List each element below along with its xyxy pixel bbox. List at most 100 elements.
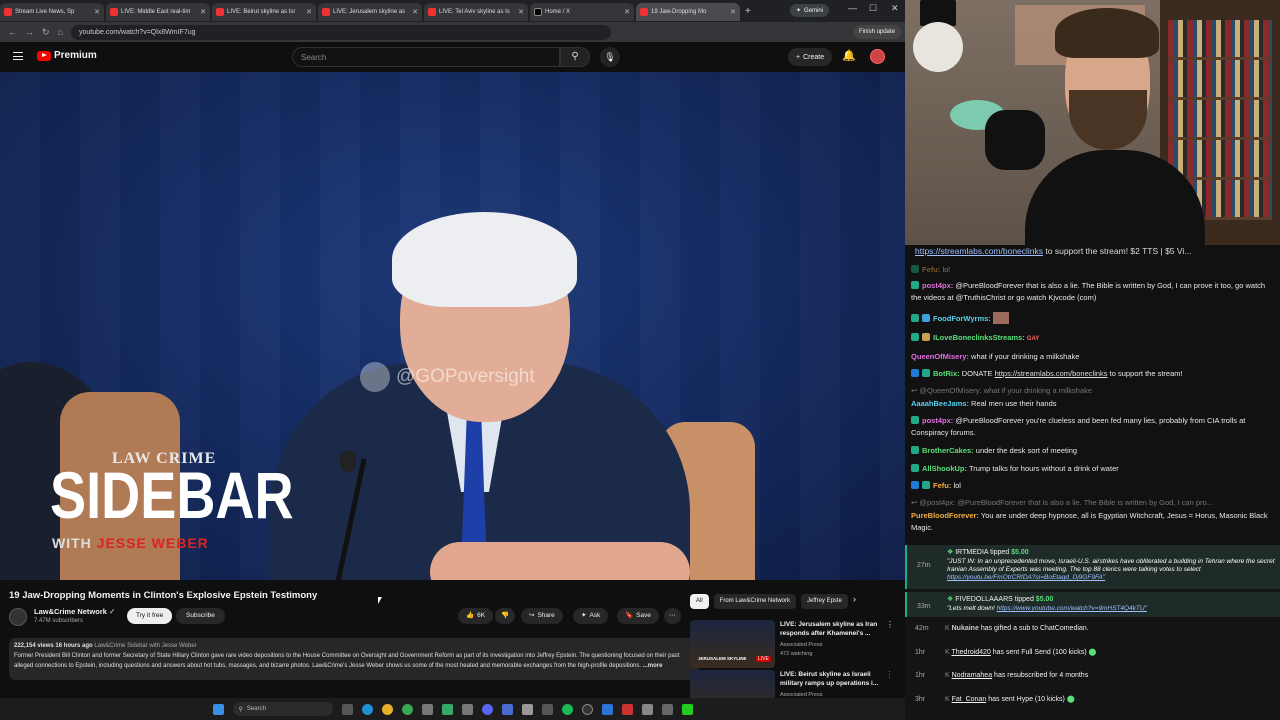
app-icon[interactable]: [521, 703, 533, 715]
browser-tab-active[interactable]: 19 Jaw-Dropping Mo ✕: [636, 3, 740, 21]
channel-name[interactable]: Law&Crime Network ✓: [34, 607, 115, 616]
app-icon[interactable]: [661, 703, 673, 715]
chat-user[interactable]: post4px:: [922, 281, 953, 290]
pinned-link[interactable]: https://streamlabs.com/boneclinks: [915, 246, 1043, 256]
app-icon[interactable]: [601, 703, 613, 715]
chat-user[interactable]: ILoveBoneclinksStreams:: [933, 333, 1025, 342]
app-icon[interactable]: [541, 703, 553, 715]
dislike-button[interactable]: 👎: [495, 608, 516, 624]
app-icon[interactable]: [421, 703, 433, 715]
chip-all[interactable]: All: [690, 594, 709, 609]
browser-tab[interactable]: Stream Live News, Sp ✕: [0, 3, 104, 21]
spotify-icon[interactable]: [561, 703, 573, 715]
chat-user[interactable]: PureBloodForever:: [911, 511, 979, 520]
chat-user[interactable]: BrotherCakes:: [922, 446, 974, 455]
app-icon[interactable]: [461, 703, 473, 715]
ask-button[interactable]: ✦ Ask: [573, 608, 609, 624]
event-user[interactable]: Fat_Conan: [952, 696, 987, 703]
close-tab-icon[interactable]: ✕: [624, 8, 630, 16]
close-tab-icon[interactable]: ✕: [306, 8, 312, 16]
home-icon[interactable]: ⌂: [58, 27, 63, 37]
event-user[interactable]: Nodramahea: [952, 672, 992, 679]
search-input[interactable]: Search: [292, 47, 560, 67]
browser-tab[interactable]: LIVE: Jerusalem skyline as ✕: [318, 3, 422, 21]
event-user[interactable]: Thedroid420: [952, 649, 991, 656]
subscribe-button[interactable]: Subscribe: [176, 608, 225, 624]
recommendation-thumbnail[interactable]: [690, 670, 775, 698]
recommendation-thumbnail[interactable]: JERUSALEM SKYLINE LIVE: [690, 620, 775, 668]
taskbar-search[interactable]: ⚲ Search: [232, 702, 333, 716]
chat-user[interactable]: AaaahBeeJams:: [911, 399, 969, 408]
chat-user[interactable]: BotRix:: [933, 369, 960, 378]
browser-tab[interactable]: LIVE: Beirut skyline as Isr ✕: [212, 3, 316, 21]
share-button[interactable]: ↪ Share: [521, 608, 563, 624]
browser-tab[interactable]: LIVE: Tel Aviv skyline as Is ✕: [424, 3, 528, 21]
more-link[interactable]: ...more: [643, 663, 663, 669]
chat-user[interactable]: @QueenOfMisery:: [919, 386, 981, 395]
menu-icon[interactable]: [13, 52, 23, 60]
app-icon[interactable]: [641, 703, 653, 715]
tip-link[interactable]: https://www.youtube.com/watch?v=9mHST4Q4…: [997, 605, 1147, 612]
recommendation-item[interactable]: LIVE: Beirut skyline as Israeli military…: [690, 670, 890, 698]
event-user[interactable]: FIVEDOLLAAARS: [955, 596, 1013, 603]
minimize-icon[interactable]: —: [848, 3, 857, 13]
notifications-bell-icon[interactable]: 🔔: [842, 49, 856, 62]
chevron-right-icon[interactable]: ›: [853, 594, 856, 610]
account-avatar[interactable]: [870, 49, 885, 64]
video-description[interactable]: 222,154 views 16 hours ago Law&Crime Sid…: [9, 638, 699, 680]
channel-avatar[interactable]: [9, 608, 27, 626]
obs-icon[interactable]: [581, 703, 593, 715]
description-tag[interactable]: Law&Crime Sidebar with Jesse Weber: [94, 643, 196, 649]
close-tab-icon[interactable]: ✕: [730, 8, 736, 16]
chat-user[interactable]: post4px:: [922, 416, 953, 425]
finish-update-button[interactable]: Finish update: [852, 25, 901, 39]
close-window-icon[interactable]: ✕: [891, 3, 899, 14]
task-view-icon[interactable]: [341, 703, 353, 715]
tip-link[interactable]: https://youtu.be/FmOtrCRfDA?si=BoEtagd_D…: [947, 574, 1105, 581]
windows-start-icon[interactable]: [212, 703, 224, 715]
close-tab-icon[interactable]: ✕: [200, 8, 206, 16]
video-player[interactable]: @GOPoversight LAW CRIME SIDEBAR WITH JES…: [0, 72, 905, 580]
chat-user[interactable]: AllShookUp:: [922, 464, 967, 473]
chip-topic[interactable]: Jeffrey Epste: [801, 594, 848, 609]
chat-user[interactable]: Fefu:: [933, 481, 951, 490]
maximize-icon[interactable]: ☐: [869, 3, 877, 14]
recommendation-item[interactable]: JERUSALEM SKYLINE LIVE LIVE: Jerusalem s…: [690, 620, 894, 670]
chrome-icon[interactable]: [381, 703, 393, 715]
more-actions-button[interactable]: ⋯: [664, 608, 681, 624]
address-bar[interactable]: youtube.com/watch?v=Qlx8WmIF7ug: [70, 24, 611, 40]
new-tab-icon[interactable]: +: [745, 6, 751, 17]
chat-link[interactable]: https://streamlabs.com/boneclinks: [995, 369, 1108, 378]
create-button[interactable]: + Create: [788, 48, 833, 66]
youtube-logo[interactable]: Premium: [37, 50, 97, 61]
reload-icon[interactable]: ↻: [42, 27, 50, 38]
app-icon[interactable]: [441, 703, 453, 715]
more-icon[interactable]: ⋮: [886, 670, 890, 679]
app-icon[interactable]: [681, 703, 693, 715]
back-icon[interactable]: ←: [8, 27, 17, 37]
forward-icon[interactable]: →: [25, 27, 34, 37]
more-icon[interactable]: ⋮: [886, 620, 894, 629]
app-icon[interactable]: [621, 703, 633, 715]
chat-user[interactable]: FoodForWyrms:: [933, 314, 991, 323]
chat-user[interactable]: QueenOfMisery:: [911, 352, 969, 361]
chat-user[interactable]: Fefu:: [922, 265, 940, 274]
discord-icon[interactable]: [481, 703, 493, 715]
event-user[interactable]: IRTMEDIA: [955, 549, 988, 556]
gemini-button[interactable]: ✦ Gemini: [790, 4, 830, 17]
microphone-icon[interactable]: 🎙: [600, 47, 620, 67]
browser-tab[interactable]: Home / X ✕: [530, 3, 634, 21]
close-tab-icon[interactable]: ✕: [412, 8, 418, 16]
chip-channel[interactable]: From Law&Crime Network: [713, 594, 797, 609]
browser-tab[interactable]: LIVE: Middle East real-tim ✕: [106, 3, 210, 21]
try-free-button[interactable]: Try it free: [127, 608, 173, 624]
like-button[interactable]: 👍 6K: [458, 608, 494, 624]
chrome-icon[interactable]: [401, 703, 413, 715]
save-button[interactable]: 🔖 Save: [617, 608, 659, 624]
close-tab-icon[interactable]: ✕: [518, 8, 524, 16]
search-icon[interactable]: ⚲: [560, 47, 590, 67]
event-user[interactable]: Nukaine: [952, 625, 979, 632]
close-tab-icon[interactable]: ✕: [94, 8, 100, 16]
edge-icon[interactable]: [361, 703, 373, 715]
chat-user[interactable]: @post4px:: [919, 498, 955, 507]
